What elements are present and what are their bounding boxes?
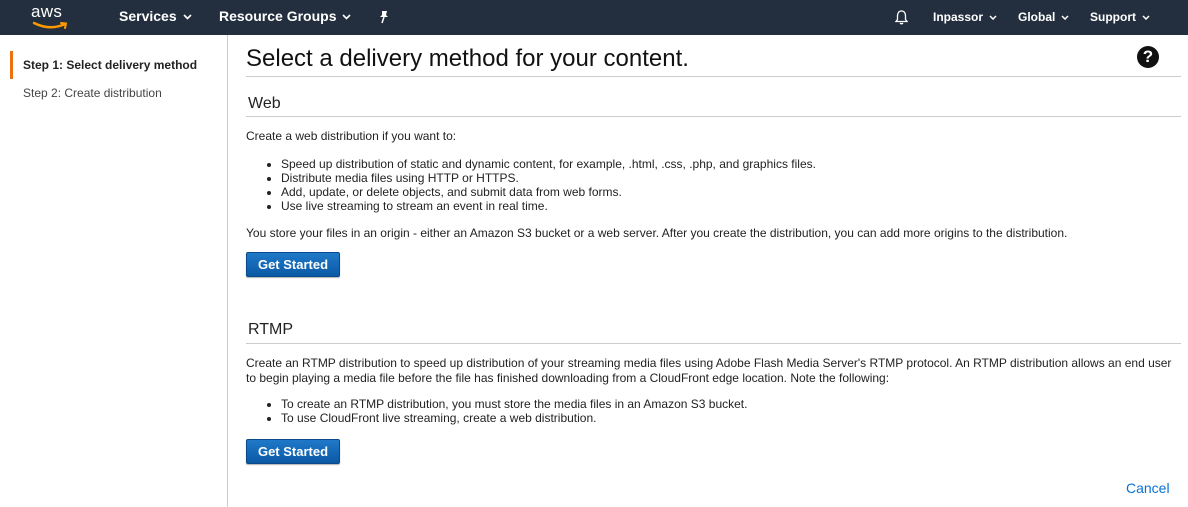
chevron-down-icon <box>183 0 192 33</box>
chevron-down-icon <box>1061 0 1069 35</box>
chevron-down-icon <box>1142 0 1150 35</box>
region-menu[interactable]: Global <box>1018 0 1069 35</box>
aws-logo[interactable]: aws <box>31 2 71 32</box>
aws-logo-text: aws <box>31 2 63 21</box>
top-navigation-bar: aws Services Resource Groups Inpassor Gl… <box>0 0 1188 35</box>
support-label: Support <box>1090 10 1136 24</box>
chevron-down-icon <box>342 0 352 33</box>
account-label: Inpassor <box>933 10 984 24</box>
web-get-started-button[interactable]: Get Started <box>246 252 340 277</box>
web-origin-note: You store your files in an origin - eith… <box>246 226 1068 240</box>
chevron-down-icon <box>989 0 997 35</box>
account-menu[interactable]: Inpassor <box>933 0 997 35</box>
rtmp-section-divider <box>246 343 1181 344</box>
web-intro-text: Create a web distribution if you want to… <box>246 129 457 143</box>
wizard-steps-sidebar: Step 1: Select delivery method Step 2: C… <box>0 35 228 507</box>
aws-smile-icon <box>32 21 68 29</box>
web-bullet-list: Speed up distribution of static and dyna… <box>281 157 816 213</box>
step-create-distribution[interactable]: Step 2: Create distribution <box>10 79 162 107</box>
rtmp-intro-text: Create an RTMP distribution to speed up … <box>246 356 1172 385</box>
notifications-bell-icon[interactable] <box>893 9 910 26</box>
list-item: To use CloudFront live streaming, create… <box>281 411 747 425</box>
services-label: Services <box>119 8 177 24</box>
help-icon[interactable]: ? <box>1137 46 1159 68</box>
list-item: Speed up distribution of static and dyna… <box>281 157 816 171</box>
pin-icon[interactable] <box>377 10 391 24</box>
list-item: Add, update, or delete objects, and subm… <box>281 185 816 199</box>
region-label: Global <box>1018 10 1056 24</box>
page-title: Select a delivery method for your conten… <box>246 45 689 72</box>
cancel-link[interactable]: Cancel <box>1126 480 1170 496</box>
list-item: Distribute media files using HTTP or HTT… <box>281 171 816 185</box>
services-menu[interactable]: Services <box>119 0 192 35</box>
rtmp-bullet-list: To create an RTMP distribution, you must… <box>281 397 747 425</box>
web-section-divider <box>246 116 1181 117</box>
web-section-heading: Web <box>248 95 281 112</box>
support-menu[interactable]: Support <box>1090 0 1150 35</box>
resource-groups-label: Resource Groups <box>219 8 337 24</box>
step-select-delivery-method[interactable]: Step 1: Select delivery method <box>10 51 197 79</box>
list-item: Use live streaming to stream an event in… <box>281 199 816 213</box>
rtmp-get-started-button[interactable]: Get Started <box>246 439 340 464</box>
rtmp-section-heading: RTMP <box>248 321 294 338</box>
title-divider <box>246 76 1181 77</box>
list-item: To create an RTMP distribution, you must… <box>281 397 747 411</box>
resource-groups-menu[interactable]: Resource Groups <box>219 0 352 35</box>
